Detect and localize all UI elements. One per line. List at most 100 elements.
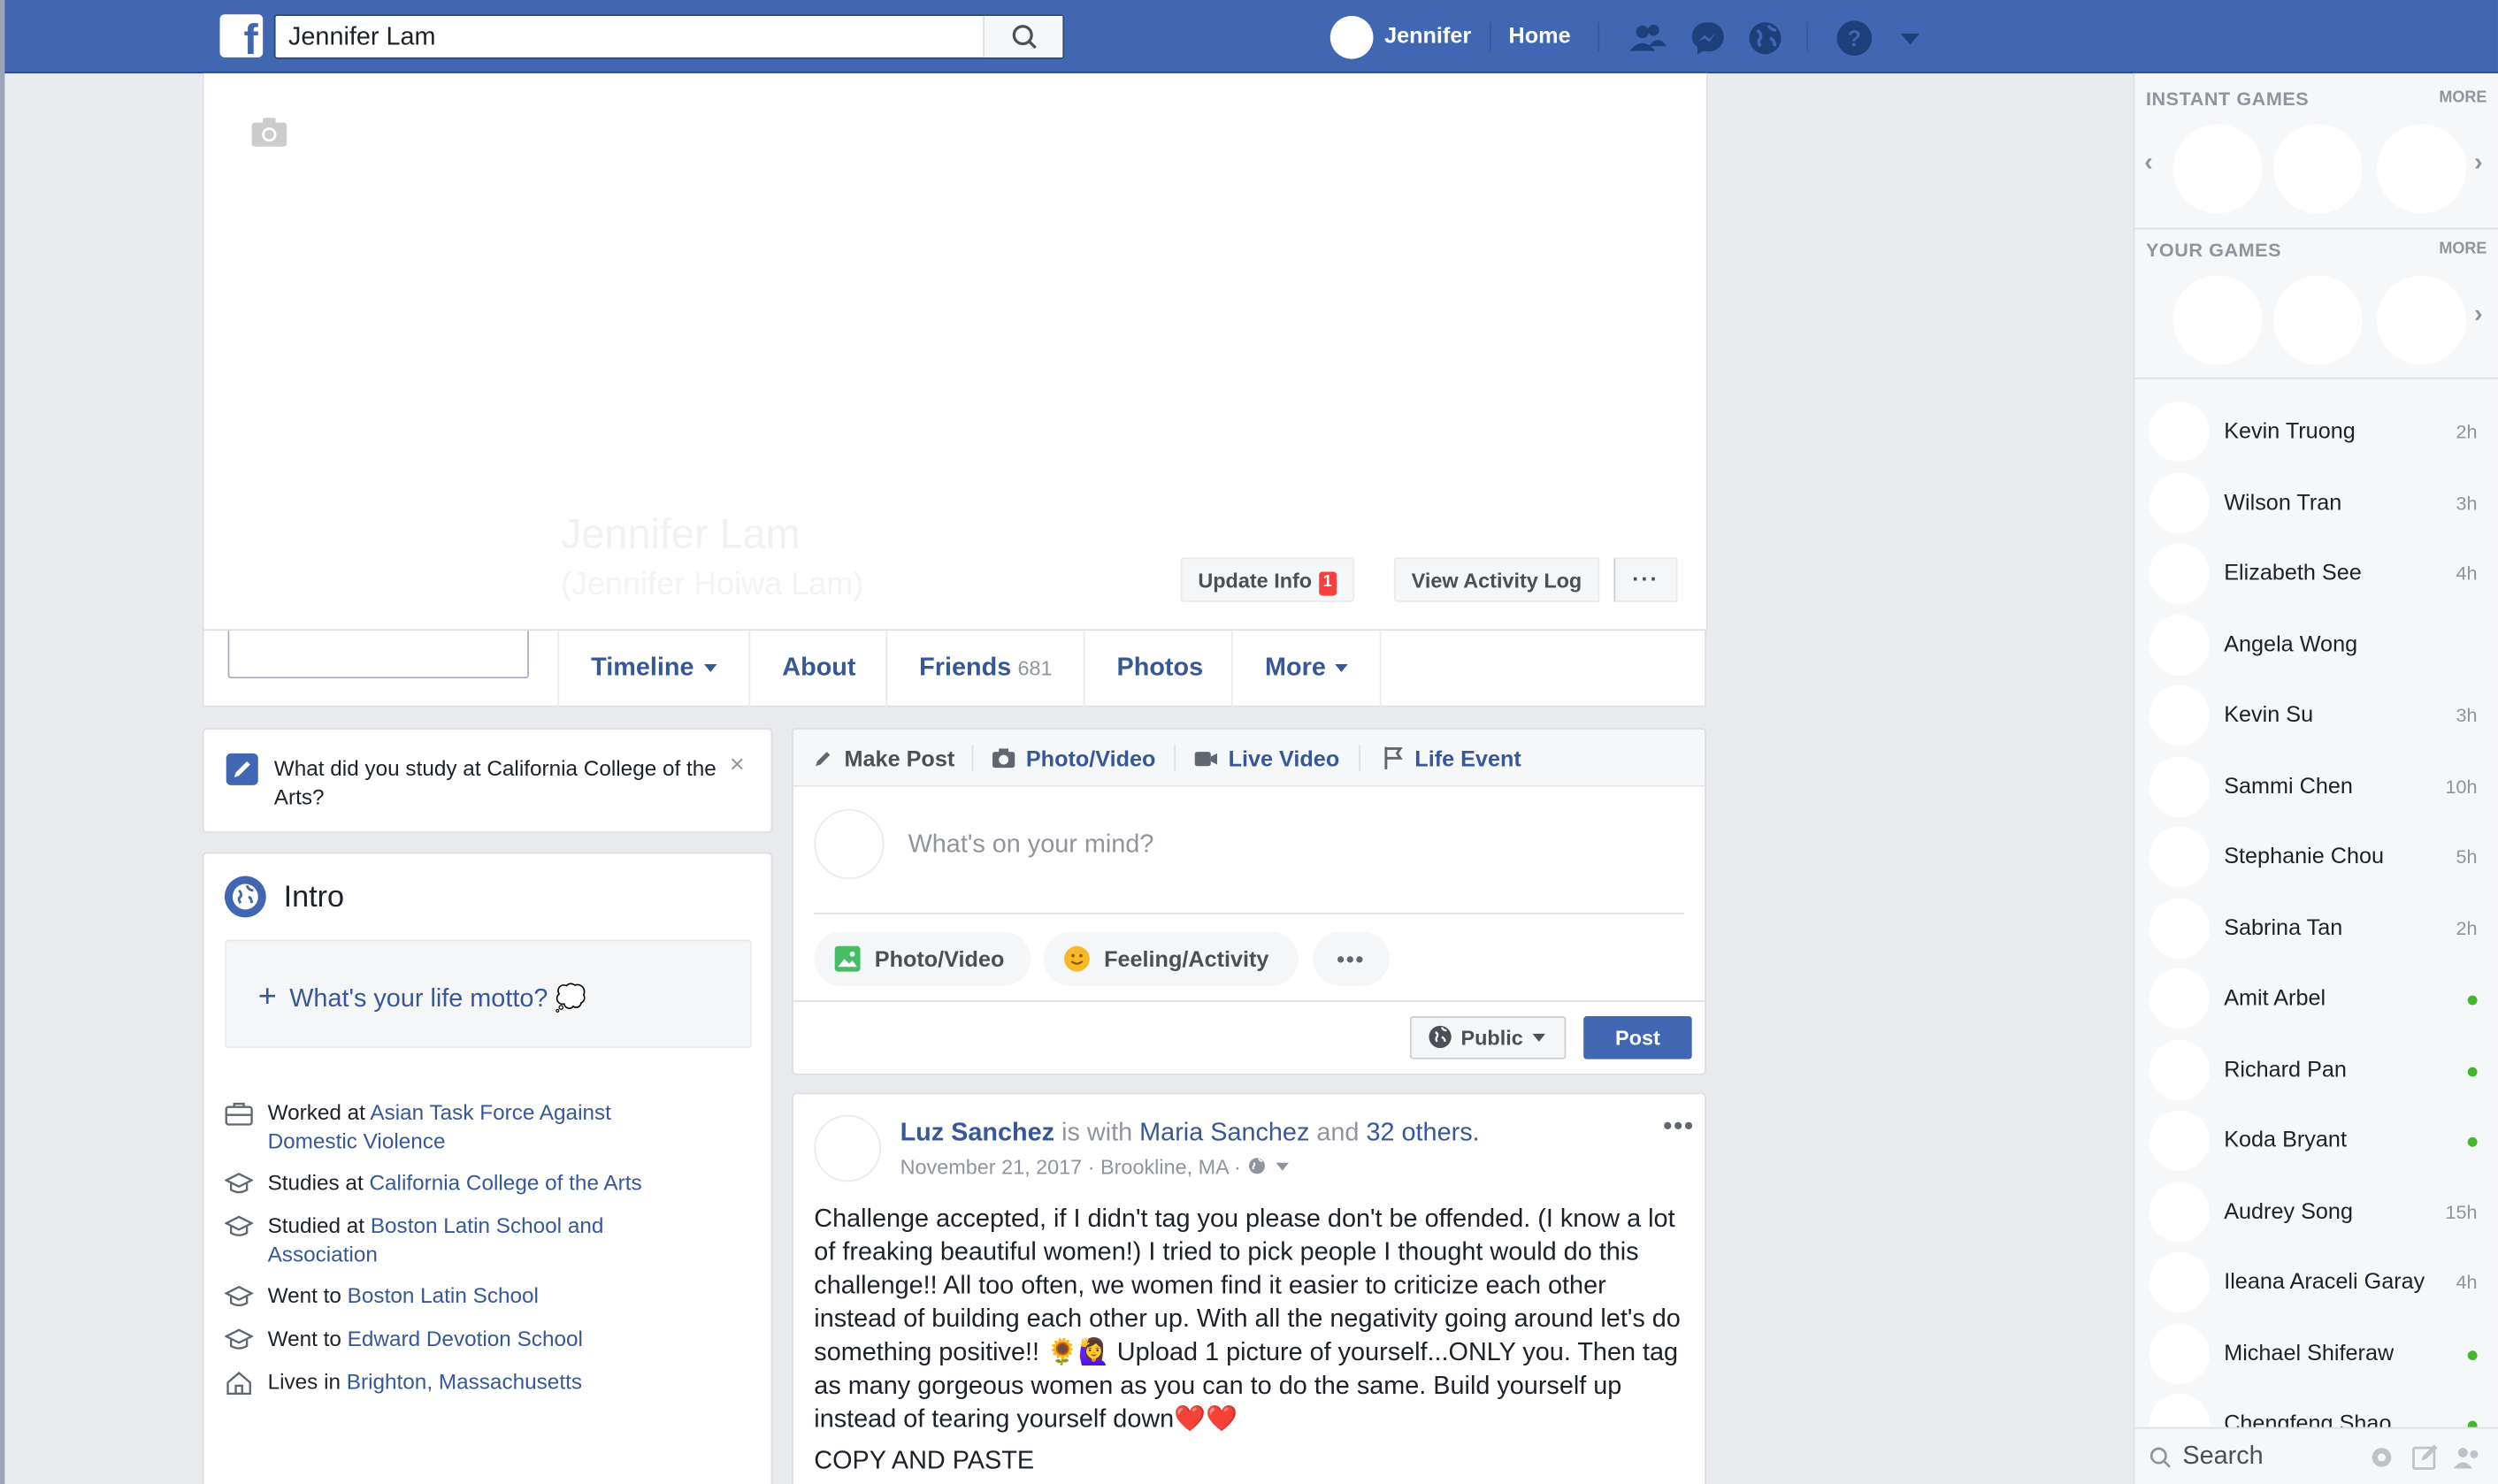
contact-avatar xyxy=(2149,471,2210,533)
contact-item[interactable]: Kevin Su 3h xyxy=(2134,680,2498,750)
last-active-time: 4h xyxy=(2456,1271,2478,1294)
online-status-dot xyxy=(2467,995,2478,1006)
privacy-globe-icon[interactable] xyxy=(1246,1157,1266,1176)
game-tile[interactable] xyxy=(2172,124,2263,214)
search-button[interactable] xyxy=(983,16,1063,57)
tab-photos[interactable]: Photos xyxy=(1083,631,1235,708)
tab-friends[interactable]: Friends 681 xyxy=(885,631,1084,708)
new-group-icon[interactable] xyxy=(2452,1443,2484,1472)
svg-text:?: ? xyxy=(1848,27,1861,51)
home-link[interactable]: Home xyxy=(1509,22,1571,48)
profile-link[interactable]: Jennifer xyxy=(1384,22,1471,48)
game-tile[interactable] xyxy=(2172,275,2263,365)
tab-photo-video[interactable]: Photo/Video xyxy=(991,746,1155,771)
close-icon[interactable]: × xyxy=(730,752,745,780)
post-options-button[interactable]: ••• xyxy=(1663,1113,1695,1142)
tab-about[interactable]: About xyxy=(748,631,887,708)
graduation-cap-icon xyxy=(224,1285,254,1307)
search-bar[interactable] xyxy=(273,14,1065,59)
study-prompt-card: What did you study at California College… xyxy=(202,728,773,833)
feeling-activity-button[interactable]: Feeling/Activity xyxy=(1043,931,1299,986)
status-input[interactable]: What's on your mind? xyxy=(908,831,1154,860)
user-avatar[interactable] xyxy=(1329,16,1374,59)
view-activity-log-button[interactable]: View Activity Log xyxy=(1393,557,1600,602)
contact-name: Amit Arbel xyxy=(2224,984,2326,1010)
contact-item[interactable]: Wilson Tran 3h xyxy=(2134,468,2498,538)
last-active-time: 3h xyxy=(2456,491,2478,514)
instant-games-more-link[interactable]: MORE xyxy=(2439,89,2487,107)
friends-count: 681 xyxy=(1017,656,1053,681)
account-menu-chevron-down-icon[interactable] xyxy=(1889,18,1931,59)
last-active-time: 2h xyxy=(2456,420,2478,443)
profile-picture-frame[interactable] xyxy=(227,631,529,679)
contact-item[interactable]: Koda Bryant xyxy=(2134,1105,2498,1175)
contact-item[interactable]: Angela Wong xyxy=(2134,609,2498,679)
chevron-right-icon[interactable]: › xyxy=(2474,301,2483,329)
chevron-right-icon[interactable]: › xyxy=(2474,149,2483,178)
intro-link[interactable]: Edward Devotion School xyxy=(348,1327,583,1350)
last-active-time: 15h xyxy=(2445,1200,2478,1223)
contact-item[interactable]: Kevin Truong 2h xyxy=(2134,396,2498,466)
messenger-icon[interactable] xyxy=(1687,18,1728,59)
composer-more-button[interactable]: ••• xyxy=(1313,931,1390,986)
profile-name[interactable]: Jennifer Lam xyxy=(561,509,801,559)
post-button[interactable]: Post xyxy=(1583,1016,1692,1059)
contact-item[interactable]: Richard Pan xyxy=(2134,1035,2498,1105)
update-info-button[interactable]: Update Info 1 xyxy=(1180,557,1354,602)
gear-icon[interactable] xyxy=(2367,1443,2395,1472)
tagged-others-link[interactable]: 32 others. xyxy=(1366,1120,1479,1147)
tab-timeline[interactable]: Timeline xyxy=(557,631,747,708)
caret-down-icon[interactable] xyxy=(1275,1162,1289,1171)
contact-item[interactable]: Sammi Chen 10h xyxy=(2134,751,2498,821)
game-tile[interactable] xyxy=(2273,275,2363,365)
last-active-time: 4h xyxy=(2456,562,2478,585)
notifications-globe-icon[interactable] xyxy=(1744,18,1786,59)
contact-name: Ileana Araceli Garay xyxy=(2224,1267,2425,1294)
life-motto-prompt[interactable]: + What's your life motto? 💭 xyxy=(224,939,753,1049)
last-active-time: 2h xyxy=(2456,916,2478,939)
game-tile[interactable] xyxy=(2273,124,2363,214)
contact-item[interactable]: Audrey Song 15h xyxy=(2134,1176,2498,1246)
chevron-left-icon[interactable]: ‹ xyxy=(2144,149,2153,178)
study-prompt-text[interactable]: What did you study at California College… xyxy=(274,755,720,813)
chat-search-input[interactable]: Search xyxy=(2182,1443,2263,1472)
briefcase-icon xyxy=(225,1102,253,1126)
intro-link[interactable]: Brighton, Massachusetts xyxy=(347,1370,582,1394)
photo-icon xyxy=(834,945,861,972)
help-icon[interactable]: ? xyxy=(1834,18,1875,59)
contact-item[interactable]: Ileana Araceli Garay 4h xyxy=(2134,1247,2498,1317)
your-games-more-link[interactable]: MORE xyxy=(2439,241,2487,258)
audience-selector[interactable]: Public xyxy=(1409,1016,1567,1059)
contact-item[interactable]: Stephanie Chou 5h xyxy=(2134,822,2498,891)
intro-link[interactable]: Boston Latin School xyxy=(348,1284,539,1308)
post-author-link[interactable]: Luz Sanchez xyxy=(900,1120,1055,1147)
post-date[interactable]: November 21, 2017 · Brookline, MA · xyxy=(900,1155,1247,1179)
tagged-user-link[interactable]: Maria Sanchez xyxy=(1139,1120,1309,1147)
last-active-time: 10h xyxy=(2445,775,2478,798)
friend-requests-icon[interactable] xyxy=(1627,18,1668,59)
contact-item[interactable]: Elizabeth See 4h xyxy=(2134,539,2498,608)
photo-video-button[interactable]: Photo/Video xyxy=(814,931,1031,986)
post-author-avatar[interactable] xyxy=(814,1114,881,1182)
intro-link[interactable]: California College of the Arts xyxy=(369,1171,641,1195)
divider xyxy=(2134,377,2498,379)
tab-more[interactable]: More xyxy=(1231,631,1382,708)
contact-item[interactable]: Amit Arbel xyxy=(2134,964,2498,1034)
contact-item[interactable]: Michael Shiferaw xyxy=(2134,1318,2498,1388)
new-message-icon[interactable] xyxy=(2410,1443,2439,1472)
game-tile[interactable] xyxy=(2377,275,2466,365)
game-tile[interactable] xyxy=(2377,124,2466,214)
tab-life-event[interactable]: Life Event xyxy=(1383,746,1521,771)
tab-live-video[interactable]: Live Video xyxy=(1193,746,1339,771)
search-input[interactable] xyxy=(287,22,974,55)
camera-icon[interactable] xyxy=(250,115,288,150)
tab-make-post[interactable]: Make Post xyxy=(813,746,954,771)
facebook-logo[interactable]: f xyxy=(219,14,264,61)
profile-more-options-button[interactable]: ··· xyxy=(1613,557,1678,602)
divider xyxy=(971,745,974,771)
search-icon xyxy=(1012,25,1037,50)
last-active-time: 3h xyxy=(2456,704,2478,727)
contact-item[interactable]: Sabrina Tan 2h xyxy=(2134,892,2498,962)
camera-icon xyxy=(992,748,1015,769)
tab-timeline-label: Timeline xyxy=(591,654,694,682)
